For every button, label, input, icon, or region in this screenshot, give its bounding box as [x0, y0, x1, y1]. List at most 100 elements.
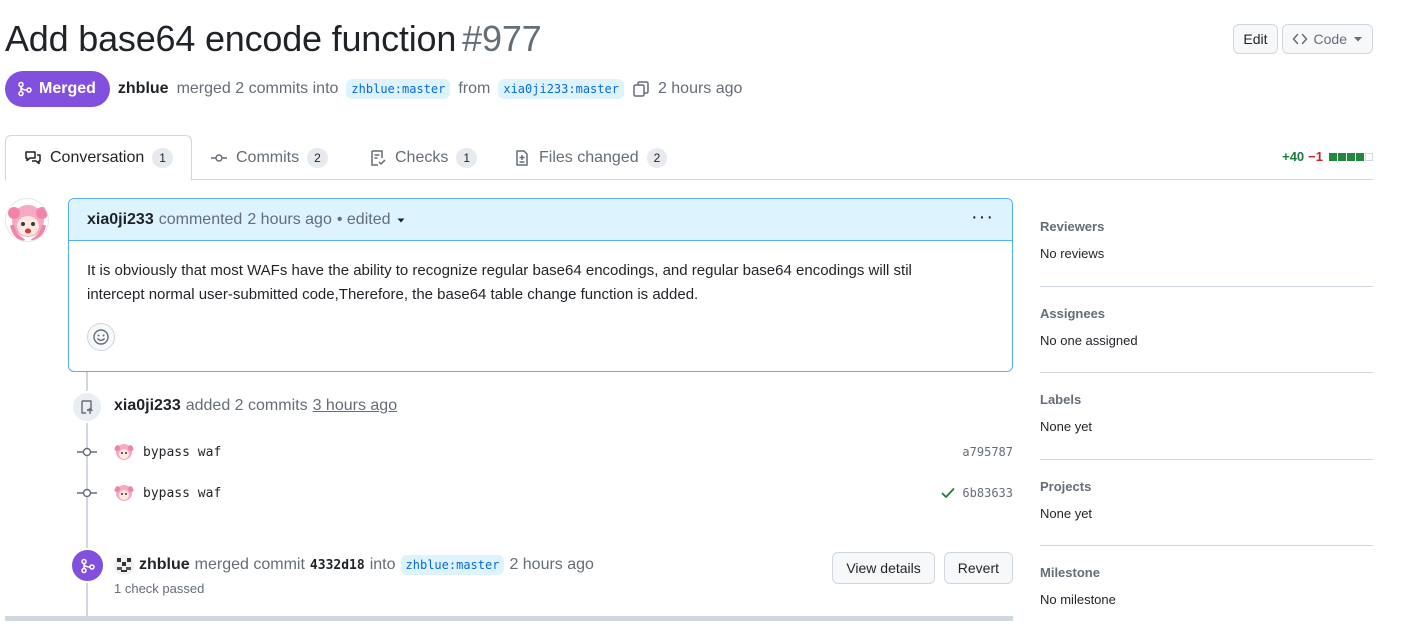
smiley-icon	[93, 329, 109, 345]
commit-message-link[interactable]: bypass waf	[143, 486, 221, 501]
list-item: bypass waf a795787	[76, 441, 1013, 463]
code-button[interactable]: Code	[1281, 24, 1373, 54]
triangle-down-icon	[397, 218, 405, 222]
sidebar-section-reviewers: Reviewers No reviews	[1040, 200, 1373, 287]
tab-files-changed-count: 2	[646, 147, 668, 168]
avatar[interactable]	[114, 555, 134, 575]
diffstat: +40 −1	[1282, 149, 1373, 164]
merge-commit-sha-link[interactable]: 4332d18	[310, 558, 365, 573]
tab-commits-count: 2	[307, 147, 328, 168]
comment-edited-dropdown[interactable]: • edited	[337, 211, 407, 229]
tab-conversation-label: Conversation	[50, 149, 145, 166]
comment-body: It is obviously that most WAFs have the …	[69, 241, 1012, 307]
git-merge-icon	[80, 558, 95, 573]
list-item: bypass waf 6b83633	[76, 482, 1013, 504]
merged-state-label: Merged	[39, 80, 96, 97]
diffstat-additions: +40	[1282, 149, 1305, 164]
merge-event-into: into	[369, 556, 396, 573]
merged-event-badge	[70, 548, 105, 583]
sidebar-value: No milestone	[1040, 592, 1116, 607]
commit-sha-text: 6b83633	[962, 486, 1013, 500]
comment-body-line: intercept normal user-submitted code,The…	[87, 286, 699, 303]
merge-time: 2 hours ago	[657, 80, 743, 97]
git-merge-icon	[18, 81, 32, 97]
comment-time[interactable]: 2 hours ago	[247, 211, 332, 229]
comment-action: commented	[158, 210, 243, 228]
sidebar-section-projects: Projects None yet	[1040, 460, 1373, 546]
commits-author-link[interactable]: xia0ji233	[114, 397, 181, 415]
header-actions: Edit Code	[1233, 24, 1373, 54]
merge-event: zhblue merged commit 4332d18 into zhblue…	[114, 555, 594, 575]
code-icon	[1292, 33, 1307, 45]
add-reaction-button[interactable]	[87, 323, 115, 351]
code-button-label: Code	[1313, 31, 1347, 47]
sidebar-label: Assignees	[1040, 305, 1106, 321]
merge-event-action: merged commit	[194, 556, 305, 573]
comment-edited-label: • edited	[336, 210, 391, 228]
avatar[interactable]	[114, 483, 134, 503]
commit-sha-link[interactable]: 6b83633	[940, 485, 1013, 501]
tab-checks-label: Checks	[395, 148, 449, 166]
merge-event-time[interactable]: 2 hours ago	[509, 556, 594, 574]
comment-author-link[interactable]: xia0ji233	[87, 211, 154, 229]
caret-down-icon	[1354, 37, 1362, 42]
sidebar-label: Milestone	[1040, 565, 1100, 580]
revert-button[interactable]: Revert	[943, 552, 1013, 584]
pr-title-text: Add base64 encode function	[5, 18, 457, 59]
base-branch-link[interactable]: zhblue:master	[346, 79, 451, 99]
merge-author-link[interactable]: zhblue	[118, 80, 169, 98]
sidebar-value: No one assigned	[1040, 332, 1138, 348]
sidebar-label: Projects	[1040, 478, 1092, 494]
sidebar-value: None yet	[1040, 419, 1093, 434]
commit-sha-link[interactable]: a795787	[962, 445, 1013, 459]
tab-checks-count: 1	[456, 147, 478, 168]
file-diff-icon	[516, 149, 528, 166]
merge-event-author-link[interactable]: zhblue	[139, 556, 190, 574]
sidebar-label: Reviewers	[1040, 219, 1105, 234]
merge-action-text: merged 2 commits into	[176, 80, 339, 97]
comment-discussion-icon	[25, 151, 41, 165]
head-branch-link[interactable]: xia0ji233:master	[498, 79, 624, 99]
sidebar-section-milestone: Milestone No milestone	[1040, 546, 1373, 631]
merged-state-badge: Merged	[5, 71, 110, 107]
commits-added-time[interactable]: 3 hours ago	[313, 397, 398, 415]
repo-push-icon	[81, 400, 93, 414]
diffstat-block	[1347, 152, 1355, 161]
view-details-button[interactable]: View details	[832, 552, 935, 584]
edit-button[interactable]: Edit	[1233, 24, 1278, 54]
pr-tabs: Conversation 1 Commits 2 Checks 1 Files …	[5, 135, 1373, 181]
avatar[interactable]	[5, 198, 49, 242]
checklist-icon	[371, 149, 386, 166]
tab-checks[interactable]: Checks 1	[351, 135, 495, 180]
pr-title: Add base64 encode function #977	[5, 18, 542, 60]
sidebar-section-labels: Labels None yet	[1040, 373, 1373, 460]
checks-status: 1 check passed	[114, 581, 205, 596]
tab-conversation[interactable]: Conversation 1	[5, 135, 192, 181]
git-commit-icon	[76, 486, 98, 500]
diffstat-block	[1338, 152, 1346, 161]
diffstat-block	[1356, 152, 1364, 161]
pr-number: #977	[462, 18, 542, 59]
comment-header: xia0ji233 commented 2 hours ago • edited…	[69, 199, 1012, 241]
avatar[interactable]	[114, 442, 134, 462]
copy-icon[interactable]	[632, 80, 650, 98]
merge-event-branch-link[interactable]: zhblue:master	[400, 555, 505, 575]
sidebar-section-assignees: Assignees No one assigned	[1040, 287, 1373, 373]
tab-commits-label: Commits	[236, 148, 300, 166]
diffstat-block	[1329, 152, 1337, 161]
tab-commits[interactable]: Commits 2	[192, 135, 346, 180]
diffstat-block	[1365, 152, 1373, 161]
tab-conversation-count: 1	[152, 148, 173, 168]
from-text: from	[458, 80, 491, 97]
git-commit-icon	[76, 445, 98, 459]
repo-push-badge	[71, 391, 103, 423]
tab-files-changed[interactable]: Files changed 2	[495, 135, 685, 180]
timeline-divider	[5, 616, 1013, 621]
comment-body-line: It is obviously that most WAFs have the …	[87, 262, 912, 279]
diffstat-deletions: −1	[1308, 149, 1323, 164]
check-icon[interactable]	[940, 485, 956, 501]
commit-message-link[interactable]: bypass waf	[143, 445, 221, 460]
kebab-horizontal-icon[interactable]: ···	[971, 207, 994, 227]
comment-box: xia0ji233 commented 2 hours ago • edited…	[68, 198, 1013, 372]
tab-files-changed-label: Files changed	[539, 148, 639, 166]
